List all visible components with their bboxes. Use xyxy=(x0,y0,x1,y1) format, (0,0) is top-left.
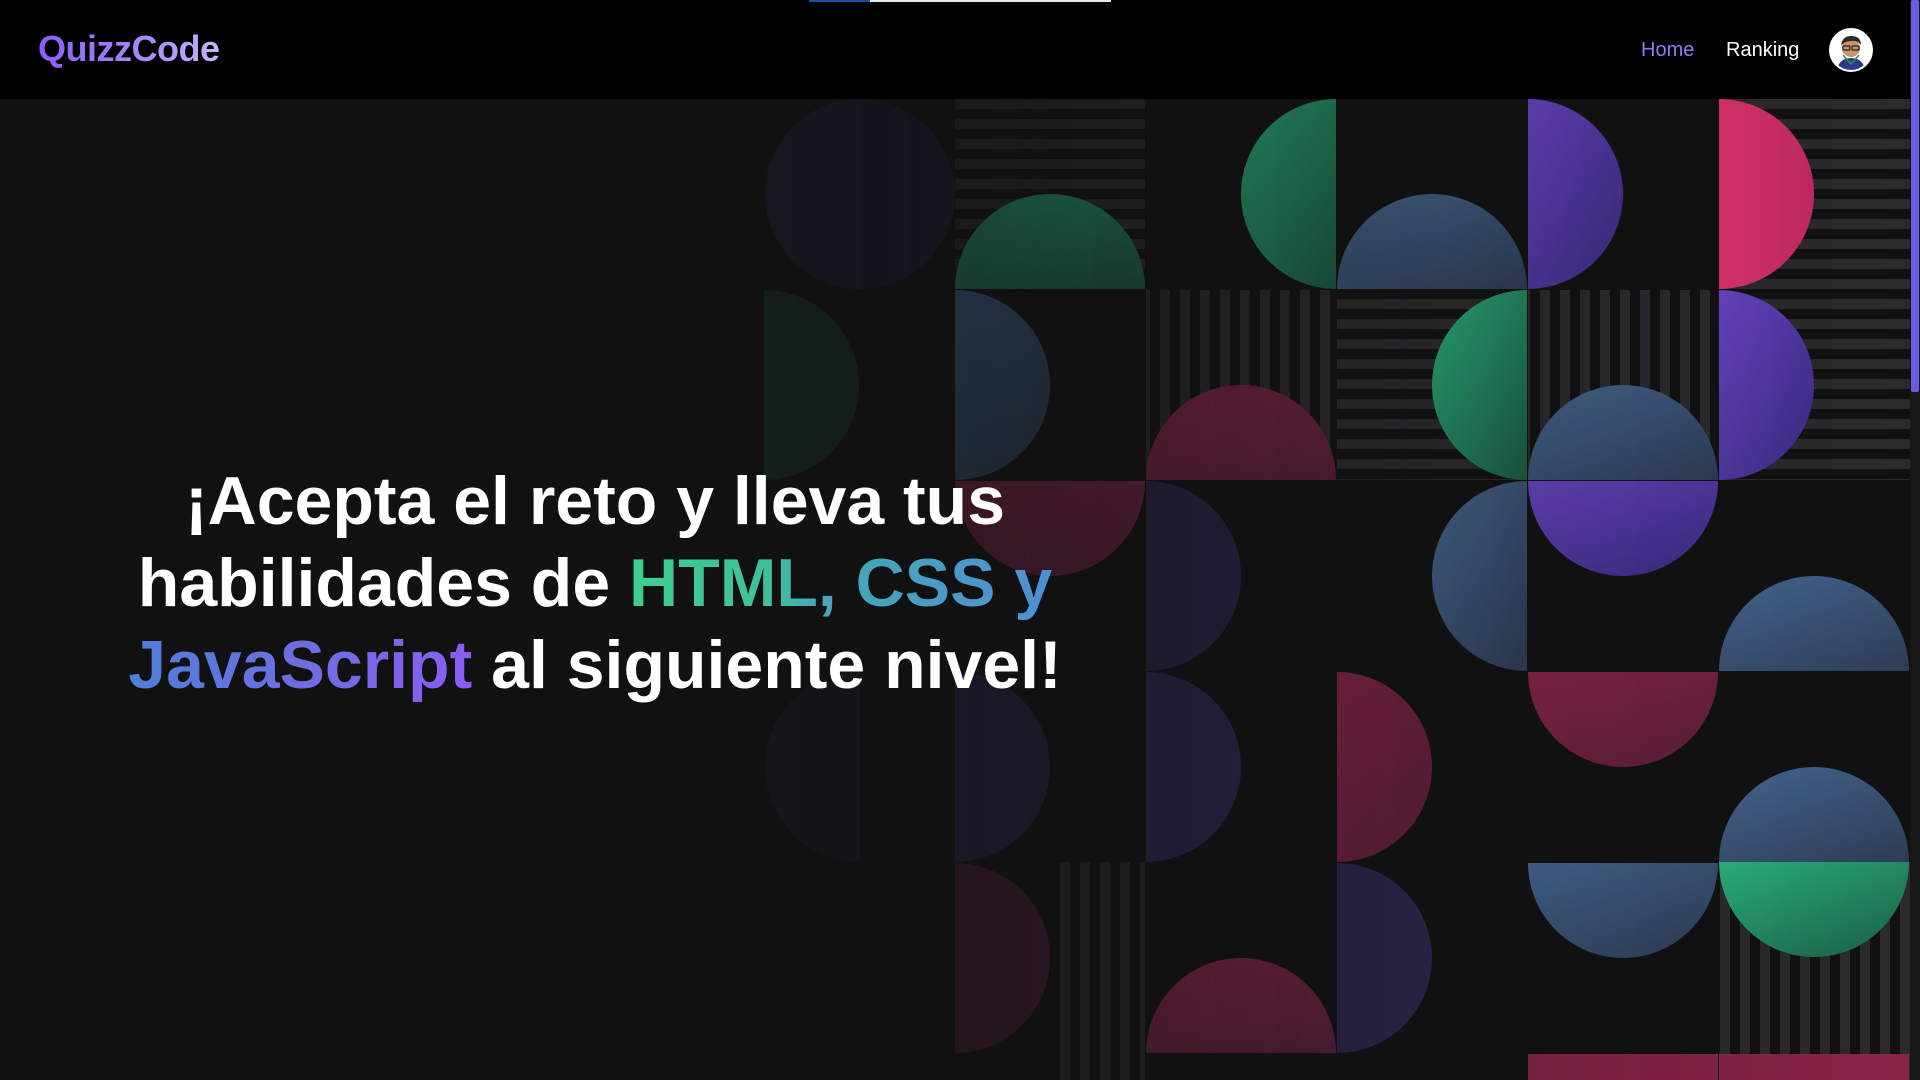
nav-link-home[interactable]: Home xyxy=(1641,39,1694,62)
logo[interactable]: QuizzCode xyxy=(38,28,220,70)
hero-line-3-suffix: al siguiente nivel! xyxy=(472,627,1062,703)
avatar-icon xyxy=(1831,30,1871,70)
nav-link-ranking[interactable]: Ranking xyxy=(1726,39,1799,62)
page-progress-bar-segment xyxy=(809,0,870,2)
navbar: QuizzCode Home Ranking xyxy=(0,0,1920,99)
hero-line-1: ¡Acepta el reto y lleva tus xyxy=(184,463,1006,539)
page-progress-bar-track xyxy=(870,0,1111,2)
hero-line-2-prefix: habilidades de xyxy=(137,545,630,621)
highlight-javascript: JavaScript xyxy=(128,627,473,703)
highlight-css: CSS y xyxy=(855,545,1053,621)
avatar[interactable] xyxy=(1829,28,1873,72)
highlight-html: HTML, xyxy=(629,545,837,621)
hero-headline: ¡Acepta el reto y lleva tus habilidades … xyxy=(100,460,1090,706)
scrollbar-thumb[interactable] xyxy=(1911,0,1919,392)
